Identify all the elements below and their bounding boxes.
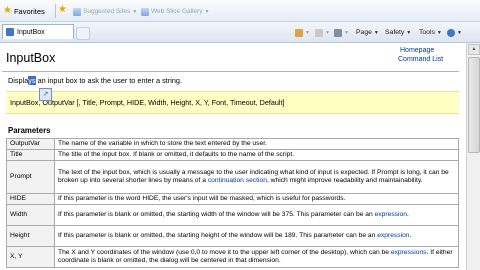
- table-row: Height If this parameter is blank or omi…: [6, 225, 459, 247]
- command-list-link[interactable]: Command List: [398, 56, 443, 63]
- description: Displays an input box to ask the user to…: [8, 76, 182, 85]
- chevron-down-icon: ▼: [373, 29, 379, 36]
- printer-icon: [334, 28, 342, 37]
- param-desc-text: The X and Y coordinates of the window (u…: [58, 249, 391, 256]
- page-menu-label: Page: [356, 29, 372, 36]
- ie-page-icon: [141, 7, 149, 16]
- favorites-separator: [55, 4, 56, 18]
- expression-link[interactable]: expression: [375, 211, 407, 218]
- param-name: Prompt: [6, 160, 55, 194]
- param-desc-text: .: [409, 232, 412, 239]
- chevron-down-icon: ▼: [132, 8, 138, 15]
- chevron-down-icon: ▼: [204, 8, 210, 15]
- expression-link[interactable]: expression: [377, 232, 409, 239]
- param-desc-text: .: [406, 211, 409, 218]
- accelerator-icon[interactable]: ↗: [39, 88, 52, 101]
- scroll-up-arrow-icon[interactable]: ▲: [468, 44, 480, 55]
- param-desc: If this parameter is the word HIDE, the …: [54, 193, 459, 205]
- page-title: InputBox: [6, 51, 56, 65]
- parameters-heading: Parameters: [8, 126, 51, 135]
- favorites-bar: ★ Favorites ★ Suggested Sites ▼ Web Slic…: [0, 0, 480, 22]
- description-text: Displa: [8, 76, 29, 85]
- param-name: HIDE: [6, 193, 55, 205]
- feeds-button[interactable]: ▼: [315, 27, 330, 38]
- new-tab-button[interactable]: [76, 27, 90, 40]
- param-desc: The name of the variable in which to sto…: [54, 138, 459, 150]
- rss-feed-icon: [315, 28, 323, 37]
- page-icon: [6, 28, 14, 36]
- title-header: InputBox Homepage Command List: [2, 45, 459, 72]
- param-desc: The title of the input box. If blank or …: [54, 149, 459, 161]
- ie-page-icon: [73, 7, 81, 16]
- param-desc-text: If this parameter is blank or omitted, t…: [58, 232, 378, 239]
- param-desc: If this parameter is blank or omitted, t…: [54, 225, 459, 247]
- home-icon: [295, 28, 303, 37]
- print-button[interactable]: ▼: [334, 27, 349, 38]
- chevron-down-icon: ▼: [325, 29, 330, 36]
- homepage-link[interactable]: Homepage: [400, 47, 434, 54]
- table-row: X, Y The X and Y coordinates of the wind…: [6, 246, 459, 268]
- home-button[interactable]: ▼: [295, 27, 310, 38]
- param-name: Height: [6, 225, 55, 247]
- chevron-down-icon: ▼: [436, 29, 442, 36]
- param-desc: If this parameter is blank or omitted, t…: [54, 204, 459, 226]
- continuation-section-link[interactable]: continuation section: [208, 177, 267, 184]
- tab-inputbox[interactable]: InputBox: [2, 24, 74, 39]
- tab-label: InputBox: [17, 28, 45, 36]
- param-desc-text: If this parameter is blank or omitted, t…: [58, 211, 375, 218]
- param-name: OutputVar: [6, 138, 55, 150]
- vertical-scrollbar[interactable]: ▲: [466, 43, 480, 270]
- table-row: Title The title of the input box. If bla…: [6, 149, 459, 161]
- tab-command-bar: InputBox ▼ ▼ ▼ Page ▼ Safety ▼ Tools ▼ ▼: [0, 22, 480, 43]
- table-row: OutputVar The name of the variable in wh…: [6, 138, 459, 150]
- fav-link-suggested-sites[interactable]: Suggested Sites ▼: [73, 7, 137, 16]
- favorites-button[interactable]: ★ Favorites: [3, 5, 45, 17]
- safety-menu[interactable]: Safety ▼: [385, 27, 411, 38]
- page-menu[interactable]: Page ▼: [356, 27, 379, 38]
- tools-menu-label: Tools: [419, 29, 435, 36]
- parameters-table: OutputVar The name of the variable in wh…: [6, 138, 459, 268]
- fav-link-label: Suggested Sites: [83, 8, 131, 15]
- table-row: Prompt The text of the input box, which …: [6, 160, 459, 194]
- favorites-star-icon: ★: [3, 5, 12, 16]
- favorites-label: Favorites: [13, 6, 45, 16]
- chevron-down-icon: ▼: [457, 29, 462, 36]
- selected-text: ys: [28, 76, 36, 85]
- tools-menu[interactable]: Tools ▼: [419, 27, 442, 38]
- chevron-down-icon: ▼: [406, 29, 412, 36]
- table-row: HIDE If this parameter is the word HIDE,…: [6, 193, 459, 205]
- table-row: Width If this parameter is blank or omit…: [6, 204, 459, 226]
- param-name: Title: [6, 149, 55, 161]
- safety-menu-label: Safety: [385, 29, 405, 36]
- chevron-down-icon: ▼: [344, 29, 349, 36]
- expressions-link[interactable]: expressions: [391, 249, 427, 256]
- help-icon: [447, 28, 455, 37]
- help-button[interactable]: ▼: [447, 27, 462, 38]
- chevron-down-icon: ▼: [305, 29, 310, 36]
- param-desc: The text of the input box, which is usua…: [54, 160, 459, 194]
- param-desc-text: , which might improve readability and ma…: [266, 177, 423, 184]
- add-to-favorites-bar-icon[interactable]: ★: [58, 5, 68, 15]
- syntax-box: InputBox, OutputVar [, Title, Prompt, HI…: [6, 91, 459, 114]
- scrollbar-thumb[interactable]: [468, 57, 480, 153]
- fav-link-web-slice-gallery[interactable]: Web Slice Gallery ▼: [141, 7, 210, 16]
- page-content: InputBox Homepage Command List Displays …: [2, 43, 462, 270]
- param-desc: The X and Y coordinates of the window (u…: [54, 246, 459, 268]
- fav-link-label: Web Slice Gallery: [151, 8, 203, 15]
- param-name: X, Y: [6, 246, 55, 268]
- param-name: Width: [6, 204, 55, 226]
- description-text: an input box to ask the user to enter a …: [35, 76, 183, 85]
